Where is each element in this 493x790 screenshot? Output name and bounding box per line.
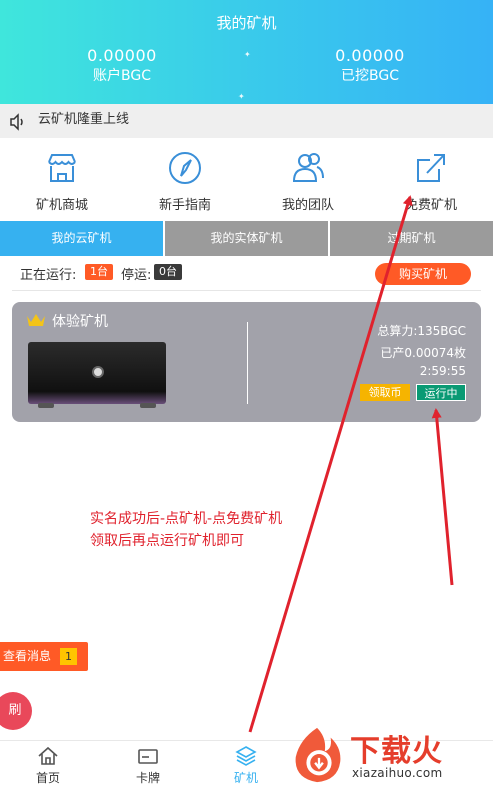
- sparkle-icon: ✦: [238, 92, 245, 101]
- account-balance-value: 0.00000: [87, 46, 157, 65]
- notice-bar[interactable]: 云矿机隆重上线: [0, 104, 493, 138]
- annotation-line: 领取后再点运行矿机即可: [90, 533, 244, 549]
- collect-coins-button[interactable]: 领取币: [360, 384, 410, 401]
- notice-text: 云矿机隆重上线: [38, 112, 130, 127]
- account-balance-label: 账户BGC: [93, 68, 151, 84]
- sparkle-icon: ✦: [244, 50, 251, 59]
- nav-home[interactable]: 首页: [18, 745, 78, 786]
- layers-icon: [235, 746, 257, 766]
- shortcut-row: 矿机商城 新手指南 我的团队 免费矿机: [0, 138, 493, 220]
- card-icon: [138, 749, 158, 764]
- share-icon: [417, 154, 445, 182]
- watermark: 下载火 xiazaihuo.com: [288, 722, 493, 790]
- miner-name: 体验矿机: [52, 314, 108, 330]
- shop-icon: [48, 154, 76, 182]
- device-foot: [38, 403, 54, 408]
- page-title: 我的矿机: [216, 14, 277, 32]
- compass-icon: [169, 152, 201, 184]
- nav-label: 卡牌: [135, 771, 160, 785]
- nav-miners[interactable]: 矿机: [216, 745, 276, 786]
- crown-icon: [27, 314, 45, 326]
- divider: [12, 290, 481, 291]
- shortcut-label: 矿机商城: [35, 198, 88, 213]
- flame-logo-icon: [295, 727, 341, 783]
- account-balance: 0.00000 账户BGC: [52, 46, 192, 86]
- mined-total-label: 已挖BGC: [341, 68, 399, 84]
- running-label: 正在运行:: [20, 268, 77, 283]
- miner-hashrate: 总算力:135BGC: [377, 324, 466, 338]
- card-divider: [247, 322, 248, 404]
- shortcut-label: 免费矿机: [404, 198, 457, 213]
- shortcut-label: 我的团队: [281, 198, 334, 213]
- running-status-button[interactable]: 运行中: [416, 384, 466, 401]
- watermark-title: 下载火: [350, 734, 443, 769]
- header: 我的矿机 ✦ ✦ 0.00000 账户BGC 0.00000 已挖BGC: [0, 0, 493, 104]
- refresh-button[interactable]: 刷: [0, 692, 32, 730]
- speaker-icon: [10, 113, 23, 131]
- tab-expired-miners[interactable]: 过期矿机: [328, 221, 493, 256]
- miner-card[interactable]: 体验矿机 总算力:135BGC 已产0.00074枚 2:59:55 领取币 运…: [12, 302, 481, 422]
- stopped-label: 停运:: [121, 268, 152, 283]
- team-icon: [292, 153, 324, 182]
- device-foot: [140, 403, 156, 408]
- running-count-badge: 1台: [85, 264, 113, 280]
- shortcut-label: 新手指南: [158, 198, 211, 213]
- nav-cards[interactable]: 卡牌: [118, 745, 178, 786]
- instruction-annotation: 实名成功后-点矿机-点免费矿机 领取后再点运行矿机即可: [90, 508, 282, 552]
- view-messages-button[interactable]: 查看消息 1: [0, 642, 88, 671]
- mined-total: 0.00000 已挖BGC: [300, 46, 440, 86]
- annotation-line: 实名成功后-点矿机-点免费矿机: [90, 511, 283, 527]
- stopped-count-badge: 0台: [154, 264, 182, 280]
- mined-total-value: 0.00000: [335, 46, 405, 65]
- messages-count-badge: 1: [60, 648, 77, 665]
- miner-device-image: [28, 342, 166, 408]
- shortcut-team[interactable]: 我的团队: [258, 150, 358, 213]
- nav-label: 首页: [35, 771, 60, 785]
- miner-timer: 2:59:55: [419, 364, 466, 378]
- shortcut-shop[interactable]: 矿机商城: [12, 150, 112, 213]
- home-icon: [38, 746, 58, 765]
- view-messages-label: 查看消息: [3, 649, 52, 663]
- buy-miner-button[interactable]: 购买矿机: [375, 263, 471, 285]
- miner-produced: 已产0.00074枚: [380, 346, 466, 360]
- shortcut-guide[interactable]: 新手指南: [135, 150, 235, 213]
- power-led: [92, 366, 104, 378]
- shortcut-free-miner[interactable]: 免费矿机: [381, 150, 481, 213]
- miner-tabs: 我的云矿机 我的实体矿机 过期矿机: [0, 221, 493, 256]
- tab-cloud-miners[interactable]: 我的云矿机: [0, 221, 163, 256]
- nav-label: 矿机: [233, 771, 258, 785]
- arrow-to-running: [431, 408, 454, 586]
- tab-physical-miners[interactable]: 我的实体矿机: [163, 221, 328, 256]
- watermark-url: xiazaihuo.com: [352, 766, 443, 780]
